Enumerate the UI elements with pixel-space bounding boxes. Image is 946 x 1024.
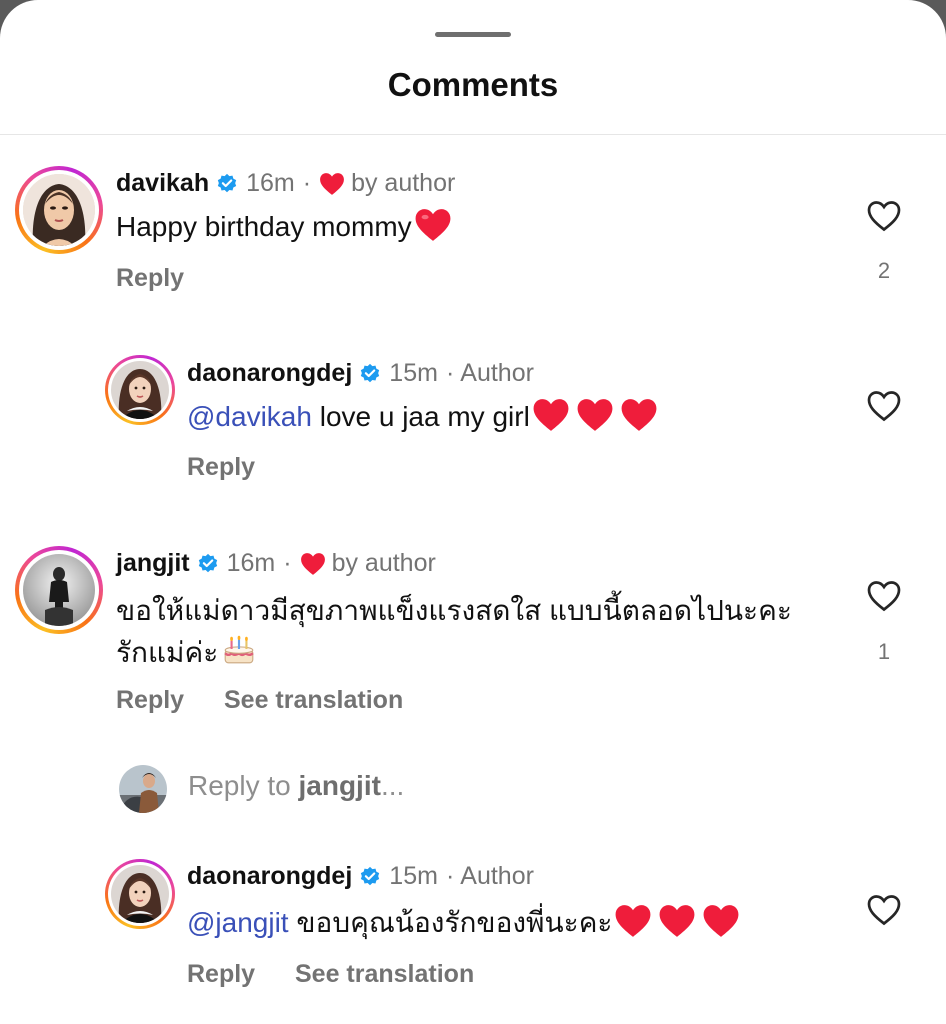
comment-text-line: รักแม่ค่ะ (116, 637, 219, 668)
liked-by-author-label: by author (331, 549, 436, 577)
reply-button[interactable]: Reply (116, 264, 184, 293)
avatar[interactable] (105, 355, 175, 425)
heart-outline-icon[interactable] (866, 199, 902, 233)
comment-time: 16m (246, 169, 295, 197)
reply-input-prefix: Reply to (188, 770, 299, 801)
heart-outline-icon[interactable] (866, 579, 902, 613)
comment-username[interactable]: daonarongdej (187, 862, 352, 891)
current-user-avatar (119, 765, 167, 813)
verified-badge-icon (361, 866, 380, 885)
comment-text: @jangjit ขอบคุณน้องรักของพี่นะคะ (187, 902, 740, 943)
verified-badge-icon (198, 553, 217, 572)
author-badge: Author (460, 862, 534, 890)
red-heart-emoji (621, 399, 657, 431)
red-heart-emoji (616, 905, 651, 937)
birthday-cake-emoji (224, 635, 254, 664)
see-translation-button[interactable]: See translation (224, 686, 403, 715)
verified-badge-icon (217, 173, 237, 192)
comment-text-content: Happy birthday mommy (116, 211, 412, 242)
separator: · (302, 169, 312, 197)
like-count: 2 (877, 258, 891, 283)
author-badge: Author (460, 359, 534, 387)
verified-badge-icon (361, 363, 380, 382)
liked-by-author-heart-icon (320, 172, 344, 195)
comment-text-content: love u jaa my girl (311, 401, 530, 432)
avatar[interactable] (15, 546, 103, 634)
reply-input-username: jangjit (298, 770, 381, 801)
reply-input-suffix: ... (380, 770, 405, 801)
avatar-image (23, 554, 95, 626)
avatar[interactable] (15, 166, 103, 254)
avatar-image (23, 174, 95, 246)
sheet-title: Comments (387, 66, 559, 103)
mention-link[interactable]: @jangjit (187, 907, 289, 938)
separator: · (445, 359, 455, 387)
reply-button[interactable]: Reply (187, 453, 255, 482)
separator: · (283, 549, 292, 577)
comment-time: 15m (389, 359, 438, 387)
avatar[interactable] (105, 859, 175, 929)
mention-link[interactable]: @davikah (187, 401, 312, 432)
reply-button[interactable]: Reply (187, 960, 255, 989)
comment-text: Happy birthday mommy (116, 206, 452, 247)
like-count: 1 (877, 639, 891, 664)
red-heart-emoji (660, 905, 695, 937)
liked-by-author-heart-icon (300, 552, 325, 575)
reply-input[interactable]: Reply to jangjit... (188, 770, 404, 802)
red-heart-emoji (704, 905, 739, 937)
comment-time: 15m (389, 862, 438, 890)
comment-text-content: ขอบคุณน้องรักของพี่นะคะ (288, 907, 613, 938)
red-heart-emoji (533, 399, 569, 431)
comments-sheet: Comments davikah 16m · by author Happy b… (0, 0, 946, 1024)
heart-outline-icon[interactable] (866, 893, 902, 927)
comment-text-line: ขอให้แม่ดาวมีสุขภาพแข็งแรงสดใส แบบนี้ตลอ… (116, 595, 792, 626)
liked-by-author-label: by author (351, 169, 456, 197)
separator: · (445, 862, 455, 890)
red-heart-emoji (415, 209, 451, 241)
heart-outline-icon[interactable] (866, 389, 902, 423)
see-translation-button[interactable]: See translation (295, 960, 474, 989)
reply-button[interactable]: Reply (116, 686, 184, 715)
comment-username[interactable]: daonarongdej (187, 359, 352, 388)
red-heart-emoji (577, 399, 613, 431)
comment-username[interactable]: jangjit (116, 549, 190, 578)
comment-text: รักแม่ค่ะ (116, 632, 256, 673)
drag-handle[interactable] (435, 32, 511, 37)
avatar-image (111, 865, 169, 923)
header-divider (0, 134, 946, 135)
avatar-image (111, 361, 169, 419)
comment-time: 16m (226, 549, 276, 577)
comment-text: @davikah love u jaa my girl (187, 396, 658, 437)
comment-username[interactable]: davikah (116, 169, 209, 198)
